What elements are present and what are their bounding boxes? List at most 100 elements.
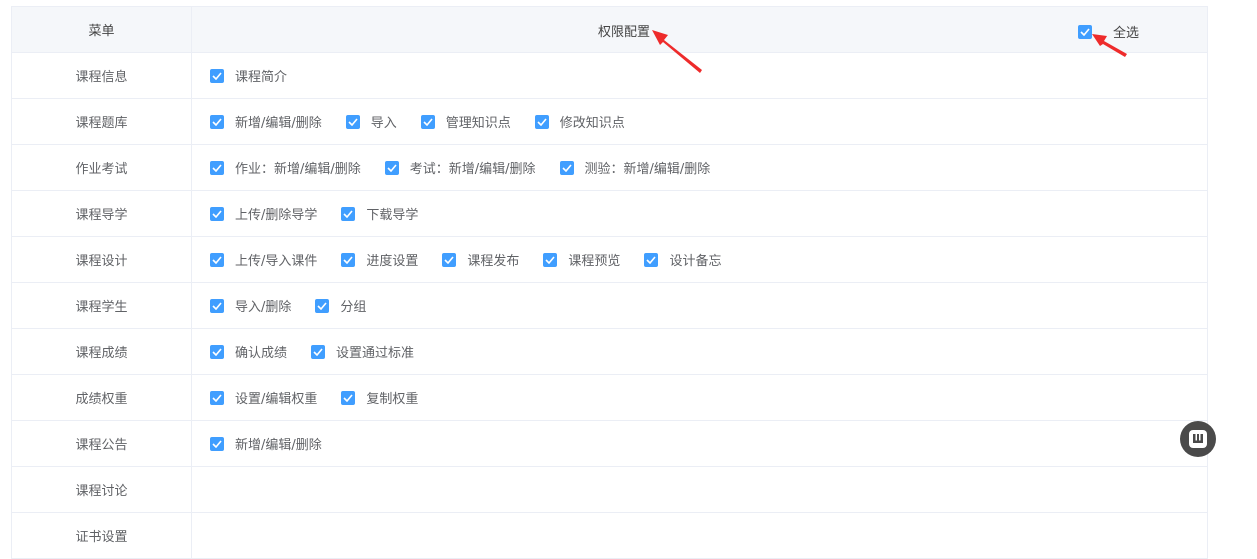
permission-checkbox[interactable]: 复制权重 — [341, 388, 418, 407]
permission-label: 课程发布 — [467, 254, 520, 269]
permission-checkbox[interactable]: 分组 — [315, 296, 366, 315]
permission-checkbox[interactable]: 导入 — [345, 112, 397, 131]
permission-checkbox[interactable]: 课程发布 — [442, 250, 519, 269]
menu-name: 成绩权重 — [12, 375, 192, 420]
permission-options: 新增/编辑/删除 导入 管理知识点 修改知识点 — [192, 99, 1207, 144]
check-icon[interactable] — [210, 298, 224, 313]
permission-column-header: 权限配置 全选 — [192, 7, 1207, 52]
permission-options: 课程简介 — [192, 53, 1207, 98]
permission-checkbox[interactable]: 新增/编辑/删除 — [210, 434, 322, 453]
permission-config-title: 权限配置 — [598, 25, 651, 40]
check-icon[interactable] — [341, 252, 356, 267]
permission-checkbox[interactable]: 设置通过标准 — [311, 342, 414, 361]
permission-label: 新增/编辑/删除 — [235, 116, 322, 131]
check-icon[interactable] — [210, 114, 224, 129]
check-icon[interactable] — [210, 252, 224, 267]
permission-label: 导入 — [370, 116, 397, 131]
permission-options: 新增/编辑/删除 — [192, 421, 1207, 466]
select-all-checkbox[interactable]: 全选 — [1078, 22, 1139, 41]
permission-checkbox[interactable]: 测验：新增/编辑/删除 — [559, 158, 710, 177]
table-row: 课程公告 新增/编辑/删除 — [12, 421, 1207, 467]
permission-checkbox[interactable]: 管理知识点 — [420, 112, 511, 131]
check-icon[interactable] — [534, 114, 549, 129]
permission-options — [192, 467, 1207, 512]
permission-label: 上传/导入课件 — [235, 254, 318, 269]
table-row: 课程讨论 — [12, 467, 1207, 513]
table-row: 成绩权重 设置/编辑权重 复制权重 — [12, 375, 1207, 421]
permission-options: 确认成绩 设置通过标准 — [192, 329, 1207, 374]
table-row: 课程信息 课程简介 — [12, 53, 1207, 99]
menu-name: 课程学生 — [12, 283, 192, 328]
check-icon[interactable] — [543, 252, 558, 267]
table-row: 课程导学 上传/删除导学 下载导学 — [12, 191, 1207, 237]
menu-name: 课程讨论 — [12, 467, 192, 512]
permission-checkbox[interactable]: 设置/编辑权重 — [210, 388, 317, 407]
table-row: 课程题库 新增/编辑/删除 导入 管理知识点 修改知识点 — [12, 99, 1207, 145]
permission-checkbox[interactable]: 课程简介 — [210, 66, 287, 85]
dock-icon — [1189, 430, 1207, 448]
permission-label: 设置通过标准 — [336, 346, 415, 361]
permission-checkbox[interactable]: 新增/编辑/删除 — [210, 112, 322, 131]
permission-label: 课程简介 — [235, 70, 288, 85]
permission-options: 设置/编辑权重 复制权重 — [192, 375, 1207, 420]
check-icon[interactable] — [345, 114, 360, 129]
floating-dock-button[interactable] — [1180, 421, 1216, 457]
check-icon[interactable] — [210, 344, 224, 359]
permission-checkbox[interactable]: 考试：新增/编辑/删除 — [384, 158, 536, 177]
menu-name: 课程成绩 — [12, 329, 192, 374]
permission-label: 上传/删除导学 — [235, 208, 318, 223]
menu-name: 课程设计 — [12, 237, 192, 282]
check-icon[interactable] — [644, 252, 659, 267]
permission-options — [192, 513, 1207, 558]
check-icon[interactable] — [341, 206, 356, 221]
check-icon[interactable] — [210, 160, 224, 175]
permission-label: 分组 — [340, 300, 367, 315]
check-icon[interactable] — [315, 298, 330, 313]
permission-label: 下载导学 — [366, 208, 419, 223]
table-row: 证书设置 — [12, 513, 1207, 559]
check-icon[interactable] — [210, 390, 224, 405]
check-icon[interactable] — [442, 252, 457, 267]
select-all-label: 全选 — [1113, 26, 1140, 41]
check-icon[interactable] — [384, 160, 399, 175]
permission-checkbox[interactable]: 进度设置 — [341, 250, 418, 269]
menu-name: 课程题库 — [12, 99, 192, 144]
permission-label: 导入/删除 — [235, 300, 292, 315]
permission-checkbox[interactable]: 上传/删除导学 — [210, 204, 317, 223]
table-row: 课程学生 导入/删除 分组 — [12, 283, 1207, 329]
permission-checkbox[interactable]: 上传/导入课件 — [210, 250, 317, 269]
check-icon[interactable] — [420, 114, 435, 129]
table-row: 作业考试 作业：新增/编辑/删除 考试：新增/编辑/删除 测验：新增/编辑/删除 — [12, 145, 1207, 191]
permission-label: 作业：新增/编辑/删除 — [235, 162, 361, 177]
permission-label: 考试：新增/编辑/删除 — [409, 162, 536, 177]
table-body: 课程信息 课程简介 课程题库 新增/编辑/删除 导入 管理知识点 修改知识点 作业考试 作业：新… — [12, 53, 1207, 559]
permission-checkbox[interactable]: 确认成绩 — [210, 342, 287, 361]
permission-checkbox[interactable]: 作业：新增/编辑/删除 — [210, 158, 361, 177]
permission-checkbox[interactable]: 设计备忘 — [644, 250, 721, 269]
table-header: 菜单 权限配置 全选 — [12, 7, 1207, 53]
permission-checkbox[interactable]: 修改知识点 — [534, 112, 625, 131]
check-icon[interactable] — [341, 390, 356, 405]
permission-options: 导入/删除 分组 — [192, 283, 1207, 328]
menu-name: 课程导学 — [12, 191, 192, 236]
permission-checkbox[interactable]: 导入/删除 — [210, 296, 291, 315]
permission-label: 设置/编辑权重 — [235, 392, 318, 407]
permission-options: 上传/删除导学 下载导学 — [192, 191, 1207, 236]
menu-column-header: 菜单 — [12, 7, 192, 52]
permission-label: 进度设置 — [366, 254, 419, 269]
menu-name: 作业考试 — [12, 145, 192, 190]
permission-checkbox[interactable]: 下载导学 — [341, 204, 418, 223]
permission-label: 管理知识点 — [445, 116, 511, 131]
check-icon[interactable] — [1078, 24, 1092, 39]
permission-label: 课程预览 — [568, 254, 621, 269]
permission-label: 新增/编辑/删除 — [235, 438, 322, 453]
check-icon[interactable] — [210, 68, 224, 83]
permission-checkbox[interactable]: 课程预览 — [543, 250, 620, 269]
permission-label: 修改知识点 — [559, 116, 625, 131]
check-icon[interactable] — [210, 206, 224, 221]
menu-name: 课程信息 — [12, 53, 192, 98]
check-icon[interactable] — [210, 436, 224, 451]
permission-label: 确认成绩 — [235, 346, 288, 361]
check-icon[interactable] — [311, 344, 326, 359]
check-icon[interactable] — [559, 160, 574, 175]
